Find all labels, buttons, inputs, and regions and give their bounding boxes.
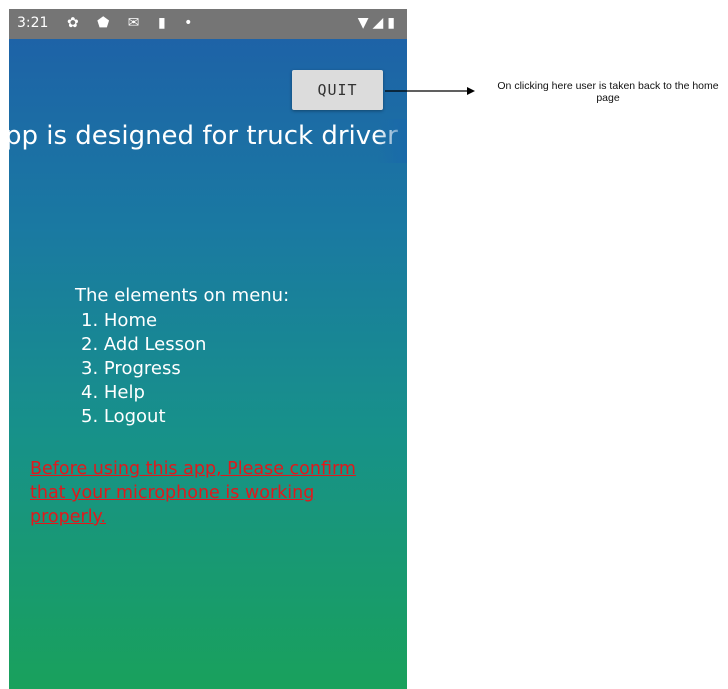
menu-item-home: 1. Home [81,310,158,331]
marquee-text: pp is designed for truck driver [9,121,398,151]
annotation-note: On clicking here user is taken back to t… [497,80,719,104]
quit-button[interactable]: QUIT [292,70,383,110]
notification-icons: ✿ ⬟ ✉ ▮ • [67,15,200,31]
menu-item-add-lesson: 2. Add Lesson [81,334,207,355]
menu-list: 1. Home 2. Add Lesson 3. Progress 4. Hel… [81,309,206,429]
menu-item-help: 4. Help [81,382,145,403]
microphone-warning-link[interactable]: Before using this app, Please confirm th… [30,457,370,529]
status-time: 3:21 [17,15,49,31]
marquee-fade [377,119,407,163]
status-bar: 3:21 ✿ ⬟ ✉ ▮ • ▼◢▮ [9,9,407,39]
menu-item-progress: 3. Progress [81,358,181,379]
phone-screen: 3:21 ✿ ⬟ ✉ ▮ • ▼◢▮ QUIT pp is designed f… [9,9,407,689]
system-status-icons: ▼◢▮ [357,15,399,31]
menu-title: The elements on menu: [75,285,290,306]
marquee-banner: pp is designed for truck driver [9,119,407,163]
menu-item-logout: 5. Logout [81,406,166,427]
annotation-arrow-icon [385,87,475,95]
